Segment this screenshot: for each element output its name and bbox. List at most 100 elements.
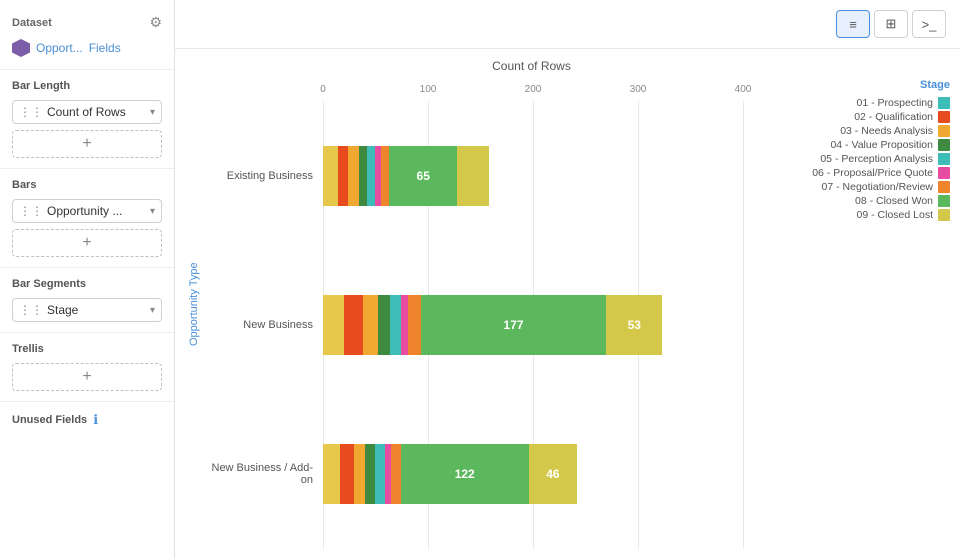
bar-track: 17753 [323,295,662,355]
legend-item-label: 06 - Proposal/Price Quote [812,167,933,179]
bar-segment: 65 [389,146,457,206]
bar-length-label: Bar Length [12,80,162,92]
bar-length-value: Count of Rows [47,105,146,119]
legend-item-label: 03 - Needs Analysis [840,125,933,137]
bar-label: New Business [203,319,323,331]
legend-item: 02 - Qualification [790,111,950,123]
bar-segment: 53 [606,295,662,355]
bar-segment [323,444,340,504]
chevron-down-bars-icon: ▾ [150,206,155,217]
x-tick: 300 [630,84,647,95]
unused-fields-label: Unused Fields [12,414,87,426]
unused-fields-section: Unused Fields ℹ [0,402,174,438]
legend-swatch [938,209,950,221]
add-bar-length-button[interactable]: + [12,130,162,158]
bar-segment [401,295,408,355]
bar-segments-section: Bar Segments ⋮⋮ Stage ▾ [0,268,174,333]
grid-view-button[interactable]: ⊞ [874,10,908,38]
code-view-button[interactable]: >_ [912,10,946,38]
bar-segment [390,295,401,355]
bar-segment [367,146,375,206]
legend-item: 08 - Closed Won [790,195,950,207]
drag-icon: ⋮⋮ [19,105,43,119]
bar-segment [344,295,363,355]
chart-and-legend: 0100200300400 Existing Business65New Bus… [203,79,960,549]
legend-swatch [938,125,950,137]
sidebar-header: Dataset ⚙ [0,10,174,39]
legend-item: 04 - Value Proposition [790,139,950,151]
legend-item: 01 - Prospecting [790,97,950,109]
list-view-button[interactable]: ≡ [836,10,870,38]
trellis-label: Trellis [12,343,162,355]
legend-item-label: 08 - Closed Won [855,195,933,207]
bar-segment [378,295,391,355]
bar-segment [381,146,389,206]
legend-swatch [938,167,950,179]
main-area: ≡ ⊞ >_ Opportunity Type Count of Rows 01… [175,0,960,559]
chevron-down-icon: ▾ [150,107,155,118]
add-bars-button[interactable]: + [12,229,162,257]
x-tick: 400 [735,84,752,95]
bar-row: Existing Business 65 [203,131,780,221]
bar-length-dropdown[interactable]: ⋮⋮ Count of Rows ▾ [12,100,162,124]
bar-segment [457,146,489,206]
legend-item-label: 05 - Perception Analysis [820,153,933,165]
dataset-name[interactable]: Opport... [36,41,83,55]
y-axis-label: Opportunity Type [185,59,203,549]
bar-segment: 122 [401,444,529,504]
legend-title: Stage [790,79,950,91]
bars-label: Bars [12,179,162,191]
bar-segment [340,444,355,504]
legend-item-label: 09 - Closed Lost [857,209,933,221]
bar-segments-value: Stage [47,303,146,317]
bar-segment [365,444,376,504]
drag-icon-segments: ⋮⋮ [19,303,43,317]
grid-icon: ⊞ [886,16,897,32]
drag-icon-bars: ⋮⋮ [19,204,43,218]
bars-area: Existing Business65New Business17753New … [203,101,780,549]
bar-segment [363,295,378,355]
bar-segments-dropdown[interactable]: ⋮⋮ Stage ▾ [12,298,162,322]
legend-swatch [938,111,950,123]
chart-container: Opportunity Type Count of Rows 010020030… [175,49,960,559]
legend-swatch [938,153,950,165]
legend-item: 07 - Negotiation/Review [790,181,950,193]
bars-dropdown[interactable]: ⋮⋮ Opportunity ... ▾ [12,199,162,223]
legend-item-label: 01 - Prospecting [857,97,933,109]
legend-swatch [938,97,950,109]
toolbar: ≡ ⊞ >_ [175,0,960,49]
legend-item: 09 - Closed Lost [790,209,950,221]
chevron-down-segments-icon: ▾ [150,305,155,316]
bars-section: Bars ⋮⋮ Opportunity ... ▾ + [0,169,174,268]
bar-length-section: Bar Length ⋮⋮ Count of Rows ▾ + [0,70,174,169]
info-icon[interactable]: ℹ [93,412,98,428]
bar-row: New Business17753 [203,280,780,370]
bar-segment: 177 [421,295,607,355]
legend-swatch [938,195,950,207]
bar-segment [375,444,384,504]
dataset-fields-link[interactable]: Fields [89,41,121,55]
dataset-icon [12,39,30,57]
bars-value: Opportunity ... [47,204,146,218]
chart-title: Count of Rows [283,59,780,73]
bar-track: 12246 [323,444,577,504]
trellis-section: Trellis + [0,333,174,402]
legend-item: 06 - Proposal/Price Quote [790,167,950,179]
x-tick: 200 [525,84,542,95]
add-trellis-button[interactable]: + [12,363,162,391]
legend-item-label: 04 - Value Proposition [830,139,933,151]
sidebar: Dataset ⚙ Opport... Fields Bar Length ⋮⋮… [0,0,175,559]
legend-item-label: 02 - Qualification [854,111,933,123]
bar-segments-label: Bar Segments [12,278,162,290]
legend-item: 05 - Perception Analysis [790,153,950,165]
bar-track: 65 [323,146,489,206]
x-tick: 100 [420,84,437,95]
list-icon: ≡ [849,17,857,32]
bar-label: Existing Business [203,170,323,182]
gear-icon[interactable]: ⚙ [149,14,162,31]
dataset-section-title: Dataset [12,17,52,29]
bar-segment [323,146,338,206]
x-axis: 0100200300400 [203,79,780,99]
chart-inner: Count of Rows 0100200300400 Existing Bus… [203,59,960,549]
legend-item-label: 07 - Negotiation/Review [822,181,933,193]
